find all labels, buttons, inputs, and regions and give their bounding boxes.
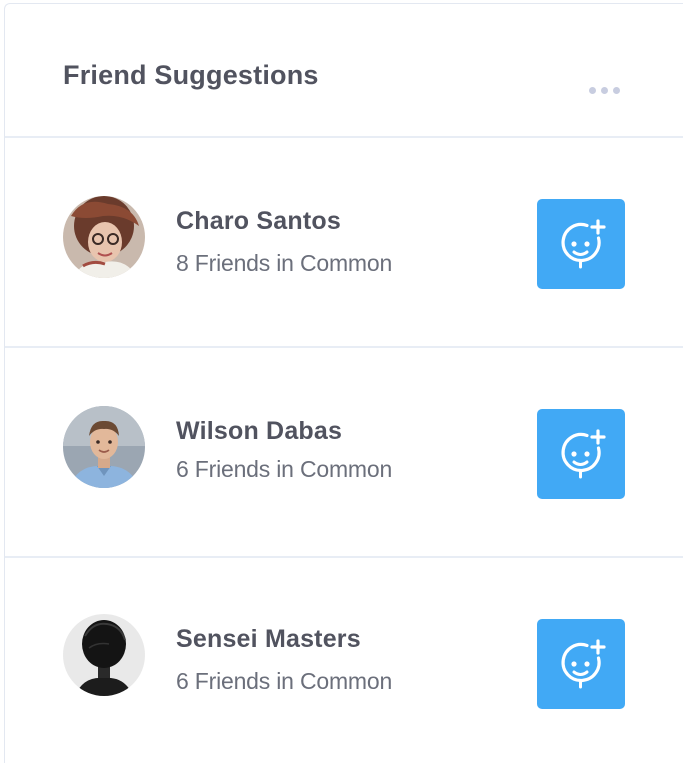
more-dot-icon xyxy=(612,86,620,94)
add-friend-icon xyxy=(561,639,606,689)
person-name[interactable]: Wilson Dabas xyxy=(176,417,342,446)
add-friend-icon xyxy=(561,429,606,479)
person-name[interactable]: Sensei Masters xyxy=(176,625,361,654)
avatar[interactable] xyxy=(63,196,145,278)
card-title: Friend Suggestions xyxy=(63,60,319,90)
suggestion-item: Sensei Masters 6 Friends in Common xyxy=(5,558,683,768)
more-dot-icon xyxy=(600,86,608,94)
avatar[interactable] xyxy=(63,406,145,488)
friend-suggestions-card: Friend Suggestions Charo Santos 8 Friend… xyxy=(4,3,683,763)
more-dot-icon xyxy=(588,86,596,94)
add-friend-button[interactable] xyxy=(537,199,625,289)
avatar[interactable] xyxy=(63,614,145,696)
add-friend-button[interactable] xyxy=(537,409,625,499)
mutual-friends-count: 8 Friends in Common xyxy=(176,250,393,276)
add-friend-button[interactable] xyxy=(537,619,625,709)
suggestion-item: Charo Santos 8 Friends in Common xyxy=(5,138,683,348)
suggestion-item: Wilson Dabas 6 Friends in Common xyxy=(5,348,683,558)
person-name[interactable]: Charo Santos xyxy=(176,207,341,236)
mutual-friends-count: 6 Friends in Common xyxy=(176,456,393,482)
mutual-friends-count: 6 Friends in Common xyxy=(176,668,393,694)
card-header: Friend Suggestions xyxy=(5,4,683,138)
more-options-button[interactable] xyxy=(579,76,629,104)
add-friend-icon xyxy=(561,219,606,269)
